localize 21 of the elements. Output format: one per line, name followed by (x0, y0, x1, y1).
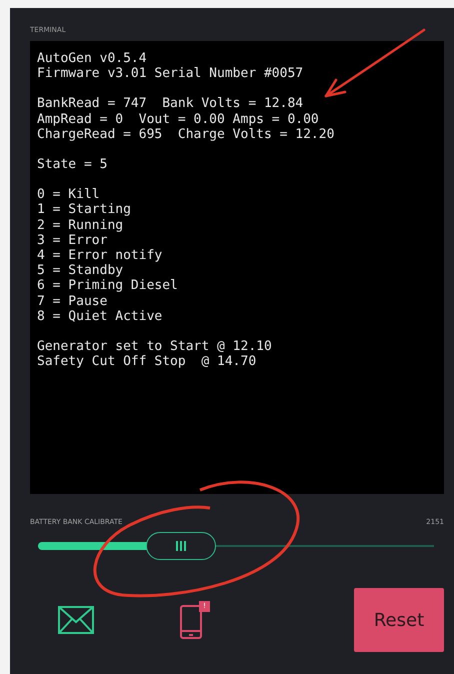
slider-track[interactable] (38, 532, 434, 560)
terminal-line: 5 = Standby (37, 263, 124, 278)
terminal-line: AmpRead = 0 Vout = 0.00 Amps = 0.00 (37, 112, 320, 127)
envelope-icon[interactable] (58, 606, 94, 634)
terminal-line: AutoGen v0.5.4 (37, 51, 148, 66)
terminal-line: Safety Cut Off Stop @ 14.70 (37, 354, 258, 370)
terminal-line: Generator set to Start @ 12.10 (37, 339, 273, 354)
terminal-line: Firmware v3.01 Serial Number #0057 (37, 66, 304, 82)
terminal-line: 4 = Error notify (37, 248, 164, 264)
terminal-line: State = 5 (37, 157, 108, 172)
terminal-line: 0 = Kill (37, 187, 101, 202)
terminal-line: 3 = Error (37, 232, 108, 248)
slider-thumb[interactable] (146, 532, 216, 560)
terminal-line: 8 = Quiet Active (37, 308, 164, 324)
terminal-line: 1 = Starting (37, 202, 132, 218)
terminal-line: ChargeRead = 695 Charge Volts = 12.20 (37, 126, 336, 142)
terminal-line: BankRead = 747 Bank Volts = 12.84 (37, 96, 304, 112)
reset-button[interactable]: Reset (354, 588, 444, 652)
terminal-line: 2 = Running (37, 218, 124, 233)
terminal-line: 6 = Priming Diesel (37, 278, 179, 294)
terminal-line: 7 = Pause (37, 294, 108, 309)
